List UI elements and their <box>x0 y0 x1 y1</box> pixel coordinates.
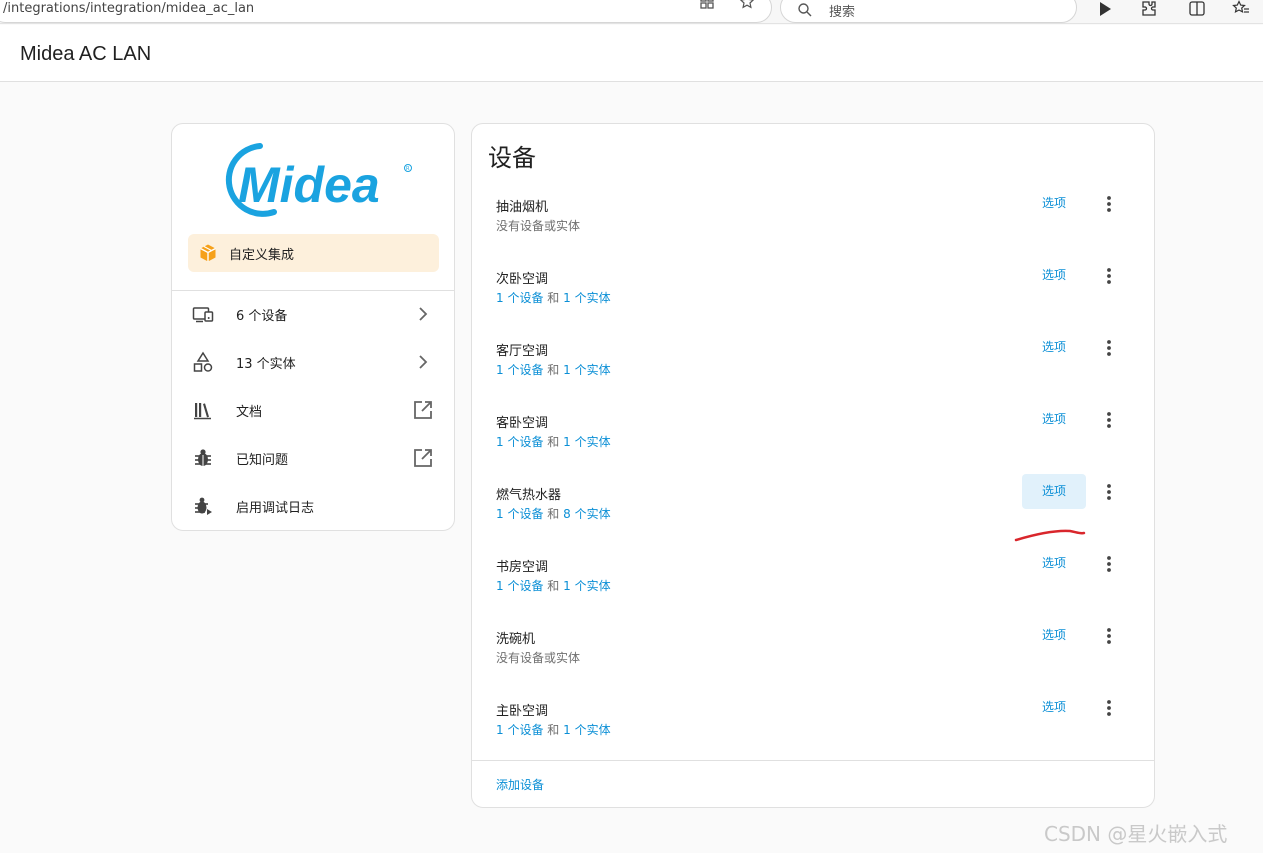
options-button[interactable]: 选项 <box>1022 618 1086 653</box>
library-icon <box>192 399 214 421</box>
split-icon[interactable] <box>1188 0 1206 18</box>
section-title: 设备 <box>488 144 536 172</box>
more-vert-icon[interactable] <box>1099 626 1119 646</box>
svg-text:R: R <box>406 166 410 172</box>
device-name: 燃气热水器 <box>496 488 562 503</box>
sidebar-item-label: 文档 <box>236 405 263 420</box>
more-vert-icon[interactable] <box>1099 338 1119 358</box>
device-summary: 没有设备或实体 <box>496 649 580 666</box>
url-text[interactable]: /integrations/integration/midea_ac_lan <box>3 1 254 16</box>
devices-link[interactable]: 1 个设备 <box>496 579 543 593</box>
device-name: 客卧空调 <box>496 416 549 431</box>
page-title: Midea AC LAN <box>20 43 152 65</box>
search-placeholder: 搜索 <box>829 5 856 20</box>
sidebar-item-documentation[interactable]: 文档 <box>172 386 454 434</box>
devices-link[interactable]: 1 个设备 <box>496 435 543 449</box>
device-name: 洗碗机 <box>496 632 536 647</box>
sidebar-item-label: 6 个设备 <box>236 309 288 324</box>
options-button[interactable]: 选项 <box>1022 546 1086 581</box>
device-summary: 1 个设备 和 1 个实体 <box>496 433 611 450</box>
chevron-right-icon <box>412 303 434 325</box>
device-name: 客厅空调 <box>496 344 549 359</box>
more-vert-icon[interactable] <box>1099 194 1119 214</box>
sidebar-item-label: 启用调试日志 <box>236 501 315 516</box>
device-summary: 没有设备或实体 <box>496 217 580 234</box>
favorites-icon[interactable] <box>1232 0 1250 18</box>
options-button[interactable]: 选项 <box>1022 690 1086 725</box>
options-button[interactable]: 选项 <box>1022 330 1086 365</box>
entities-link[interactable]: 1 个实体 <box>563 291 610 305</box>
package-icon <box>198 243 218 263</box>
joiner-text: 和 <box>547 507 560 521</box>
joiner-text: 和 <box>547 723 560 737</box>
device-name: 书房空调 <box>496 560 549 575</box>
more-vert-icon[interactable] <box>1099 698 1119 718</box>
device-summary: 1 个设备 和 1 个实体 <box>496 721 611 738</box>
device-summary: 1 个设备 和 1 个实体 <box>496 361 611 378</box>
options-button[interactable]: 选项 <box>1022 258 1086 293</box>
divider <box>472 760 1154 761</box>
sidebar-item-devices[interactable]: 6 个设备 <box>172 290 454 338</box>
devices-link[interactable]: 1 个设备 <box>496 363 543 377</box>
joiner-text: 和 <box>547 363 560 377</box>
more-vert-icon[interactable] <box>1099 266 1119 286</box>
add-device-button[interactable]: 添加设备 <box>496 776 544 793</box>
app-header: Midea AC LAN <box>0 25 1263 82</box>
logo-text: Midea <box>238 157 380 213</box>
devices-card: 设备 抽油烟机 没有设备或实体 选项 次卧空调 1 个设备 和 1 个实体 选项… <box>471 123 1155 808</box>
watermark: CSDN @星火嵌入式 <box>1044 822 1228 846</box>
sidebar-item-label: 13 个实体 <box>236 357 296 372</box>
more-vert-icon[interactable] <box>1099 554 1119 574</box>
address-bar[interactable]: /integrations/integration/midea_ac_lan <box>0 0 772 23</box>
more-vert-icon[interactable] <box>1099 482 1119 502</box>
open-in-new-icon <box>412 399 434 421</box>
entities-link[interactable]: 1 个实体 <box>563 363 610 377</box>
open-in-new-icon <box>412 447 434 469</box>
device-name: 次卧空调 <box>496 272 549 287</box>
chevron-right-icon <box>412 351 434 373</box>
entities-link[interactable]: 8 个实体 <box>563 507 610 521</box>
device-name: 主卧空调 <box>496 704 549 719</box>
options-button[interactable]: 选项 <box>1022 186 1086 221</box>
device-row-master-bedroom-ac: 主卧空调 1 个设备 和 1 个实体 选项 <box>472 698 1154 772</box>
bug-icon <box>192 447 214 469</box>
sidebar-item-entities[interactable]: 13 个实体 <box>172 338 454 386</box>
search-icon <box>797 2 813 18</box>
device-summary: 1 个设备 和 1 个实体 <box>496 577 611 594</box>
grid-icon[interactable] <box>699 0 715 10</box>
device-summary: 1 个设备 和 1 个实体 <box>496 289 611 306</box>
browser-toolbar: /integrations/integration/midea_ac_lan 搜… <box>0 0 1263 24</box>
play-icon[interactable] <box>1096 0 1114 18</box>
star-icon[interactable] <box>739 0 755 10</box>
options-button[interactable]: 选项 <box>1022 402 1086 437</box>
more-vert-icon[interactable] <box>1099 410 1119 430</box>
sidebar-item-known-issues[interactable]: 已知问题 <box>172 434 454 482</box>
shapes-icon <box>192 351 214 373</box>
joiner-text: 和 <box>547 579 560 593</box>
entities-link[interactable]: 1 个实体 <box>563 579 610 593</box>
sidebar-item-label: 已知问题 <box>236 453 289 468</box>
custom-integration-badge: 自定义集成 <box>188 234 439 272</box>
empty-text: 没有设备或实体 <box>496 219 581 233</box>
device-name: 抽油烟机 <box>496 200 549 215</box>
brand-logo: Midea R <box>212 138 422 220</box>
devices-link[interactable]: 1 个设备 <box>496 723 543 737</box>
entities-link[interactable]: 1 个实体 <box>563 723 610 737</box>
bug-play-icon <box>192 495 214 517</box>
devices-link[interactable]: 1 个设备 <box>496 507 543 521</box>
devices-link[interactable]: 1 个设备 <box>496 291 543 305</box>
joiner-text: 和 <box>547 291 560 305</box>
joiner-text: 和 <box>547 435 560 449</box>
sidebar-item-debug-log[interactable]: 启用调试日志 <box>172 482 454 530</box>
annotation-stroke <box>1014 529 1086 542</box>
options-button[interactable]: 选项 <box>1022 474 1086 509</box>
devices-icon <box>192 303 214 325</box>
integration-info-card: Midea R 自定义集成 6 个设备 13 个实体 文档 已知问题 启用调试日… <box>171 123 455 531</box>
extension-icon[interactable] <box>1140 0 1158 18</box>
custom-integration-label: 自定义集成 <box>229 248 295 263</box>
device-summary: 1 个设备 和 8 个实体 <box>496 505 611 522</box>
browser-search-box[interactable]: 搜索 <box>780 0 1077 23</box>
empty-text: 没有设备或实体 <box>496 651 581 665</box>
entities-link[interactable]: 1 个实体 <box>563 435 610 449</box>
